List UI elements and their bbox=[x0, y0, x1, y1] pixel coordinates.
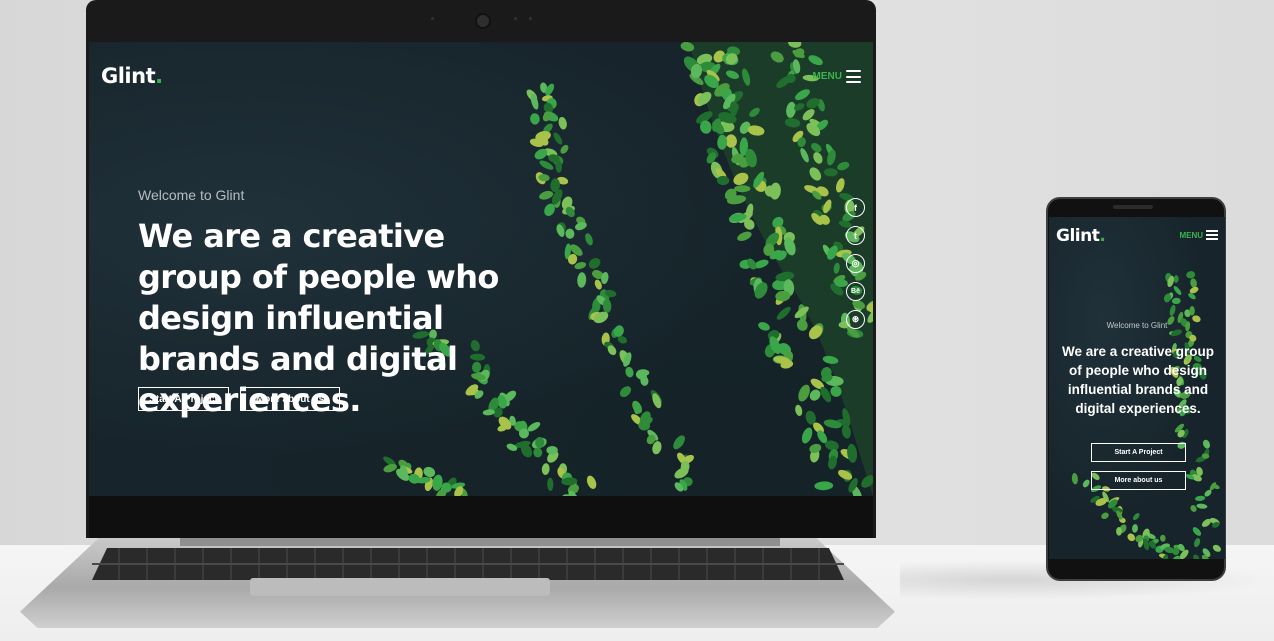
vine-leaf bbox=[1194, 538, 1201, 548]
vine-leaf bbox=[560, 144, 569, 154]
dribbble-icon[interactable]: ⊛ bbox=[846, 310, 865, 329]
vine-leaf bbox=[796, 319, 808, 331]
vine-leaf bbox=[1212, 544, 1221, 552]
vine-leaf bbox=[535, 437, 545, 448]
phone-speaker bbox=[1113, 205, 1153, 209]
vine-leaf bbox=[1132, 524, 1138, 533]
vine-leaf bbox=[776, 306, 791, 320]
vine-leaf bbox=[1159, 534, 1166, 542]
laptop-screen: Glint. MENU f t ◎ Bē ⊛ Welcome to Glint … bbox=[89, 42, 873, 496]
vine-leaf bbox=[798, 384, 810, 402]
hamburger-icon bbox=[1206, 230, 1218, 240]
vine-leaf bbox=[737, 231, 752, 241]
vine-leaf bbox=[636, 369, 650, 377]
brand-logo[interactable]: Glint. bbox=[101, 64, 163, 88]
vine-leaf bbox=[553, 132, 563, 145]
vine-leaf bbox=[423, 466, 436, 478]
vine-leaf bbox=[1190, 278, 1197, 288]
vine-leaf bbox=[625, 366, 634, 378]
sensor-dot bbox=[431, 17, 434, 20]
vine-leaf bbox=[673, 435, 685, 450]
hamburger-icon bbox=[846, 70, 861, 83]
sensor-dot bbox=[514, 17, 517, 20]
vine-leaf bbox=[1173, 286, 1182, 295]
menu-toggle[interactable]: MENU bbox=[1179, 230, 1218, 240]
social-links: f t ◎ Bē ⊛ bbox=[846, 198, 865, 329]
twitter-icon[interactable]: t bbox=[846, 226, 865, 245]
laptop-touchpad bbox=[250, 578, 550, 596]
vine-leaf bbox=[533, 447, 543, 458]
laptop-bezel bbox=[89, 496, 873, 538]
vine-leaf bbox=[801, 427, 813, 444]
vine-leaf bbox=[1071, 473, 1078, 485]
vine-leaf bbox=[734, 185, 751, 193]
vine-leaf bbox=[795, 404, 803, 417]
vine-leaf bbox=[1169, 304, 1176, 316]
vine-leaf bbox=[847, 443, 858, 463]
facebook-icon[interactable]: f bbox=[846, 198, 865, 217]
vine-leaf bbox=[530, 113, 540, 125]
vine-leaf bbox=[1082, 479, 1090, 488]
vine-leaf bbox=[758, 322, 770, 331]
laptop-hinge bbox=[180, 538, 780, 546]
hero-headline: We are a creative group of people who de… bbox=[1061, 344, 1215, 416]
keyboard-divider bbox=[92, 563, 844, 565]
hero-welcome-text: Welcome to Glint bbox=[1106, 321, 1168, 330]
menu-label: MENU bbox=[812, 71, 842, 82]
vine-leaf bbox=[1127, 533, 1136, 542]
start-project-button[interactable]: Start A Project bbox=[138, 387, 229, 411]
vine-leaf bbox=[809, 443, 822, 453]
vine-leaf bbox=[565, 228, 575, 239]
more-about-us-button[interactable]: More about us bbox=[240, 387, 340, 411]
vine-leaf bbox=[1171, 297, 1181, 305]
phone-screen: Glint. MENU Welcome to Glint We are a cr… bbox=[1049, 217, 1225, 559]
vine-leaf bbox=[1195, 495, 1206, 502]
vine-leaf bbox=[619, 386, 632, 398]
vine-leaf bbox=[588, 258, 601, 269]
vine-leaf bbox=[814, 481, 834, 491]
vine-leaf bbox=[1192, 527, 1202, 536]
vine-leaf bbox=[586, 475, 597, 489]
behance-icon[interactable]: Bē bbox=[846, 282, 865, 301]
vine-leaf bbox=[1202, 439, 1211, 449]
vine-leaf bbox=[585, 233, 593, 246]
instagram-icon[interactable]: ◎ bbox=[846, 254, 865, 273]
vine-leaf bbox=[539, 190, 554, 200]
vine-leaf bbox=[1173, 275, 1179, 283]
vine-leaf bbox=[547, 477, 554, 491]
vine-leaf bbox=[541, 463, 550, 475]
vine-leaf bbox=[1193, 554, 1200, 559]
start-project-button[interactable]: Start A Project bbox=[1091, 443, 1186, 462]
hero-welcome-text: Welcome to Glint bbox=[138, 187, 245, 203]
more-about-us-button[interactable]: More about us bbox=[1091, 471, 1186, 490]
vine-leaf bbox=[1101, 512, 1109, 520]
webcam-icon bbox=[475, 13, 491, 29]
sensor-dot bbox=[529, 17, 532, 20]
vine-leaf bbox=[1116, 526, 1122, 536]
vine-leaf bbox=[1196, 503, 1208, 509]
vine-leaf bbox=[577, 272, 587, 288]
vine-leaf bbox=[558, 116, 567, 130]
brand-logo[interactable]: Glint. bbox=[1056, 226, 1106, 246]
menu-label: MENU bbox=[1179, 230, 1203, 240]
menu-toggle[interactable]: MENU bbox=[813, 70, 861, 83]
vine-leaf bbox=[1186, 271, 1196, 279]
vine-leaf bbox=[1133, 513, 1140, 521]
vine-leaf bbox=[841, 424, 851, 439]
